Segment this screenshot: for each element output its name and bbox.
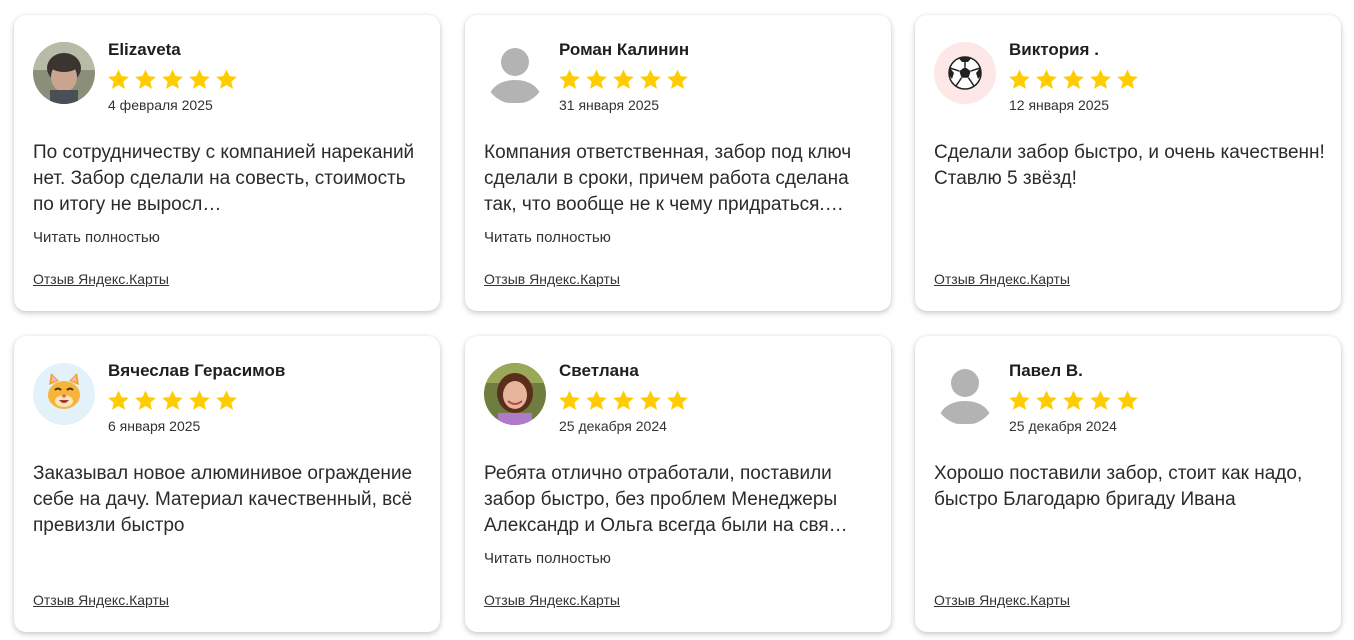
star-icon [613,69,634,89]
review-source-link[interactable]: Отзыв Яндекс.Карты [934,271,1070,287]
review-text: Сделали забор быстро, и очень качественн… [934,142,1325,189]
review-date: 6 января 2025 [108,418,201,434]
review-date: 4 февраля 2025 [108,97,213,113]
star-icon [1117,69,1138,89]
avatar [934,363,996,425]
review-date: 31 января 2025 [559,97,660,113]
review-date: 12 января 2025 [1009,97,1110,113]
star-icon [667,69,688,89]
star-icon [640,69,661,89]
star-icon [667,390,688,410]
star-icon [1036,69,1057,89]
star-icon [613,390,634,410]
read-more-link[interactable]: Читать полностью [484,229,611,246]
rating-stars [558,68,693,92]
star-icon [640,390,661,410]
reviewer-name: Elizaveta [108,40,181,59]
star-icon [586,69,607,89]
star-icon [559,69,580,89]
star-icon [559,390,580,410]
star-icon [1036,390,1057,410]
review-text: Компания ответственная, забор под ключ с… [484,142,852,215]
rating-stars [107,68,242,92]
user-photo-avatar [33,42,95,104]
star-icon [216,390,237,410]
review-source-link[interactable]: Отзыв Яндекс.Карты [484,592,620,608]
avatar [934,42,996,104]
avatar [33,363,95,425]
reviewer-name: Роман Калинин [559,40,690,59]
review-text: По сотрудничеству с компанией нареканий … [33,142,415,215]
reviewer-name: Вячеслав Герасимов [108,361,286,380]
rating-stars [107,389,242,413]
review-date: 25 декабря 2024 [1009,418,1117,434]
rating-stars [558,389,693,413]
review-card: Павел В. 25 декабря 2024 Хорошо поставил… [915,336,1341,632]
avatar [33,42,95,104]
star-icon [1063,390,1084,410]
star-icon [189,69,210,89]
star-icon [1063,69,1084,89]
default-user-icon [934,363,996,425]
read-more-link[interactable]: Читать полностью [33,229,160,246]
review-card: Светлана 25 декабря 2024 Ребята отлично … [465,336,891,632]
reviewer-name: Виктория . [1009,40,1099,59]
review-text: Хорошо поставили забор, стоит как надо, … [934,463,1303,510]
star-icon [586,390,607,410]
review-card: Elizaveta 4 февраля 2025 По сотрудничест… [14,15,440,311]
star-icon [162,69,183,89]
review-source-link[interactable]: Отзыв Яндекс.Карты [33,271,169,287]
rating-stars [1008,389,1143,413]
default-user-icon [484,42,546,104]
review-card: Роман Калинин 31 января 2025 Компания от… [465,15,891,311]
review-card: Вячеслав Герасимов 6 января 2025 Заказыв… [14,336,440,632]
review-source-link[interactable]: Отзыв Яндекс.Карты [33,592,169,608]
star-icon [135,69,156,89]
star-icon [189,390,210,410]
review-text: Заказывал новое алюминивое ограждение се… [33,463,413,536]
reviews-grid: Elizaveta 4 февраля 2025 По сотрудничест… [0,0,1354,640]
star-icon [108,69,129,89]
reviewer-name: Павел В. [1009,361,1083,380]
avatar [484,42,546,104]
rating-stars [1008,68,1143,92]
star-icon [1117,390,1138,410]
avatar [484,363,546,425]
review-source-link[interactable]: Отзыв Яндекс.Карты [934,592,1070,608]
star-icon [1009,69,1030,89]
review-card: Виктория . 12 января 2025 Сделали забор … [915,15,1341,311]
soccer-ball-icon [948,56,982,90]
user-photo-avatar [484,363,546,425]
star-icon [135,390,156,410]
star-icon [1090,69,1111,89]
star-icon [108,390,129,410]
review-text: Ребята отлично отработали, поставили заб… [484,463,848,536]
cat-face-icon [48,373,80,409]
star-icon [1090,390,1111,410]
star-icon [162,390,183,410]
review-date: 25 декабря 2024 [559,418,667,434]
review-source-link[interactable]: Отзыв Яндекс.Карты [484,271,620,287]
star-icon [216,69,237,89]
star-icon [1009,390,1030,410]
reviewer-name: Светлана [559,361,639,380]
read-more-link[interactable]: Читать полностью [484,550,611,567]
